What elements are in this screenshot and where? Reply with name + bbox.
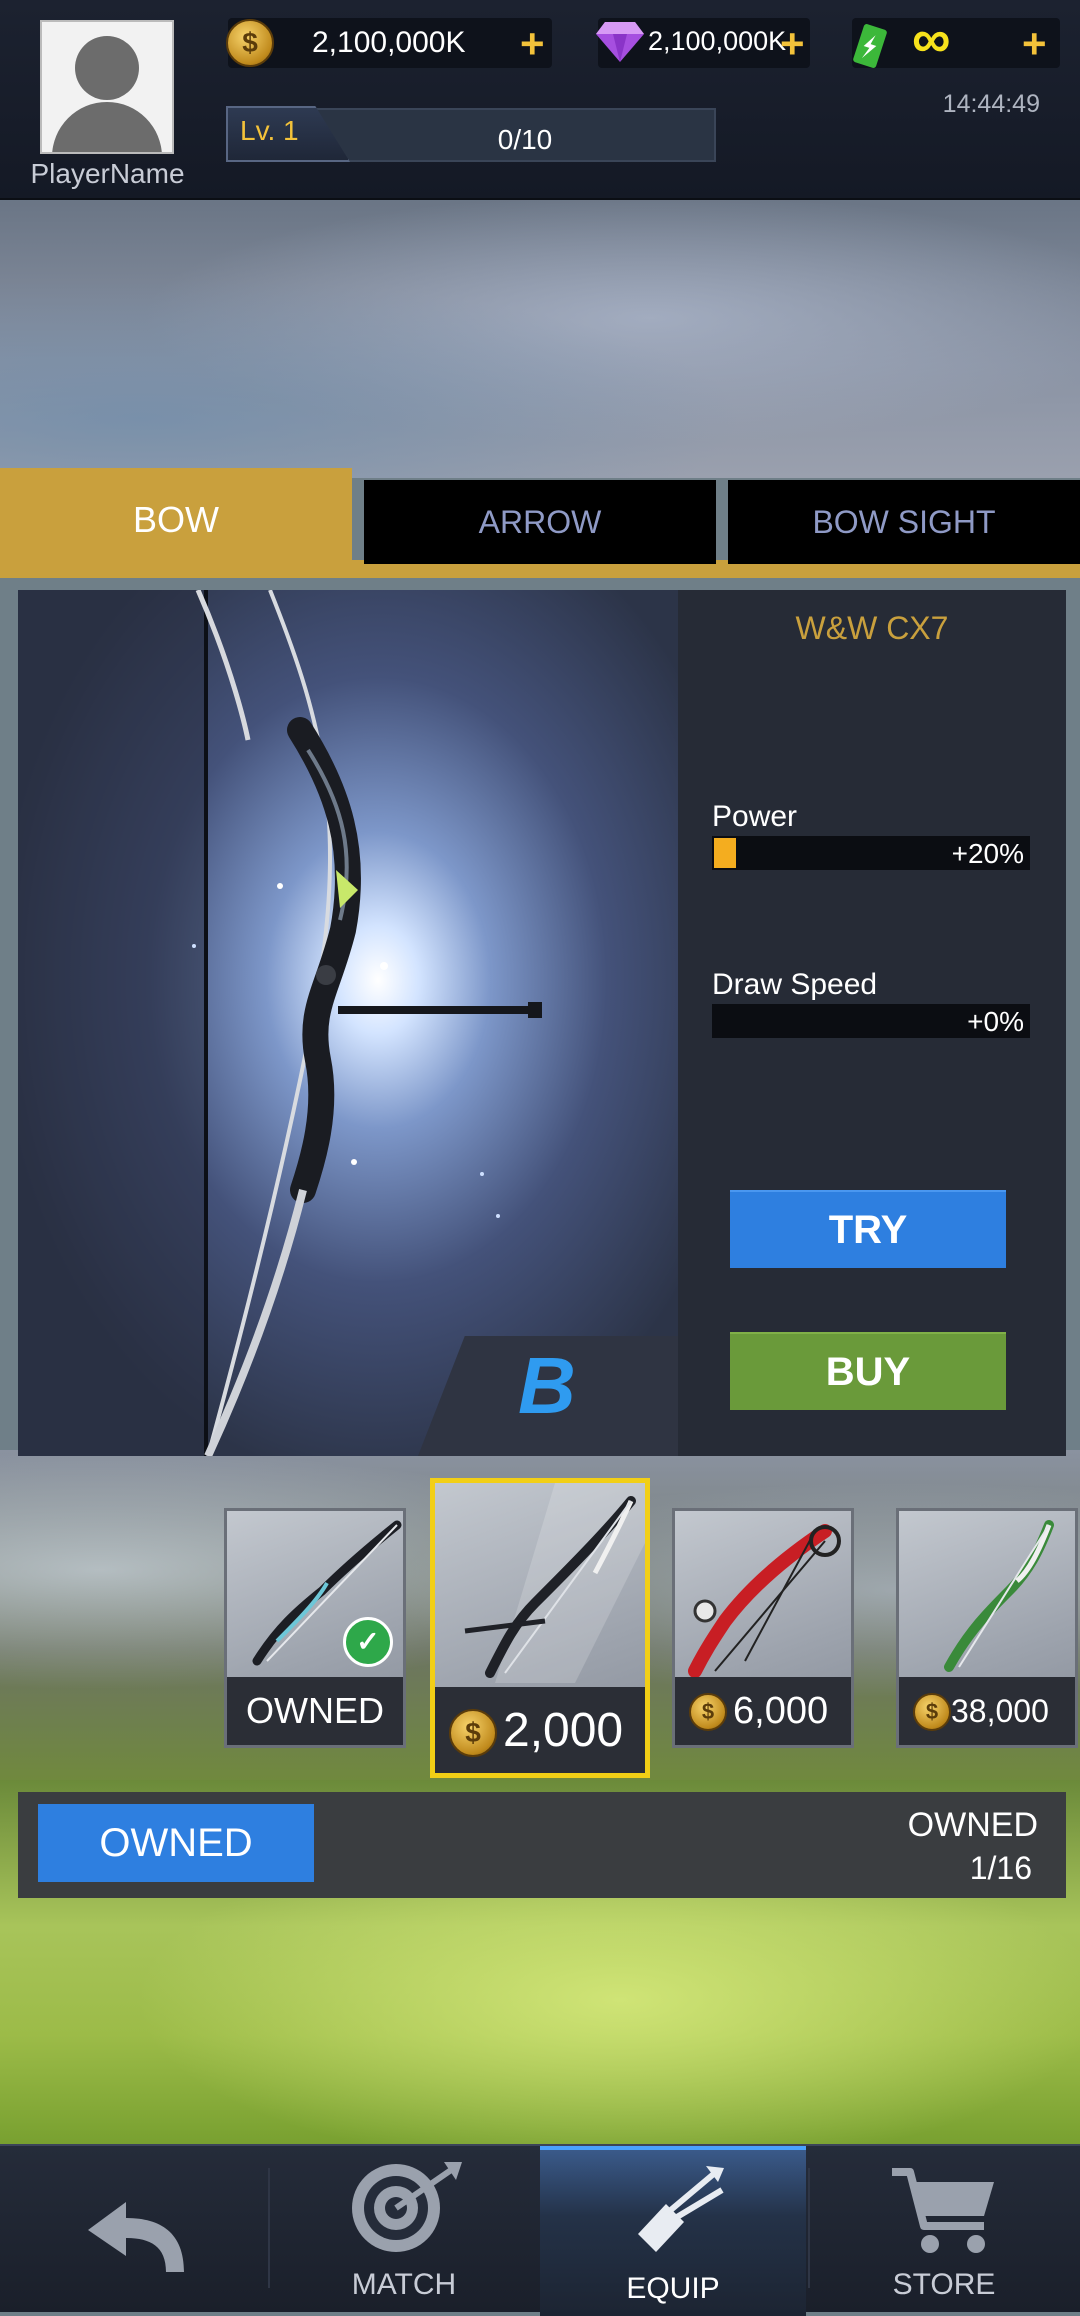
coin-icon: $: [226, 19, 274, 67]
clock: 14:44:49: [942, 90, 1040, 118]
card-price: $ 38,000: [899, 1677, 1075, 1745]
back-arrow-icon: [88, 2202, 184, 2272]
nav-equip-label: EQUIP: [626, 2272, 720, 2305]
try-button[interactable]: TRY: [730, 1190, 1006, 1268]
coin-icon: $: [449, 1709, 497, 1757]
bow-name: W&W CX7: [795, 610, 949, 646]
card-price: $ 6,000: [675, 1677, 851, 1745]
card-price-value: 2,000: [503, 1704, 624, 1757]
energy-infinite-value: ∞: [912, 9, 951, 69]
bow-card-selected[interactable]: $ 2,000: [430, 1478, 650, 1778]
tab-bow-sight[interactable]: BOW SIGHT: [728, 480, 1080, 564]
level-progress-text: 0/10: [497, 124, 553, 155]
arena-background-top: [0, 198, 1080, 478]
owned-label: OWNED: [907, 1806, 1038, 1844]
draw-speed-bar: +0%: [712, 1004, 1030, 1038]
tab-bow[interactable]: BOW: [0, 468, 352, 564]
bow-card-owned[interactable]: ✓ OWNED: [224, 1508, 406, 1748]
player-name: PlayerName: [30, 158, 185, 189]
nav-match-label: MATCH: [351, 2268, 457, 2301]
buy-button[interactable]: BUY: [730, 1332, 1006, 1410]
bow-thumbnail: [688, 1524, 841, 1677]
tab-arrow[interactable]: ARROW: [364, 480, 716, 564]
grade-letter: B: [518, 1341, 576, 1430]
gem-icon: [596, 22, 644, 62]
power-bar-fill: [714, 838, 736, 868]
cart-icon: [892, 2168, 994, 2253]
nav-equip[interactable]: EQUIP: [540, 2146, 806, 2316]
bow-stats-panel: W&W CX7 Power +20% Draw Speed +0%: [678, 590, 1066, 1456]
battery-icon: [853, 24, 887, 68]
bow-card[interactable]: $ 6,000: [672, 1508, 854, 1748]
level-label: Lv. 1: [240, 115, 299, 146]
add-coins-button[interactable]: +: [520, 20, 545, 68]
bow-illustration: [192, 590, 542, 1456]
add-gems-button[interactable]: +: [780, 20, 805, 68]
bow-preview[interactable]: B: [18, 590, 678, 1456]
card-price-value: 6,000: [733, 1690, 829, 1732]
avatar-head-shape: [75, 36, 139, 100]
target-icon: [352, 2162, 462, 2252]
power-label: Power: [712, 800, 798, 833]
coins-display: $ 2,100,000K +: [226, 18, 552, 68]
nav-store[interactable]: STORE: [810, 2146, 1078, 2312]
nav-match[interactable]: MATCH: [270, 2146, 538, 2312]
bow-thumbnail: [464, 1483, 645, 1683]
gems-amount: 2,100,000K: [648, 26, 787, 56]
draw-speed-label: Draw Speed: [712, 968, 878, 1001]
nav-store-label: STORE: [892, 2268, 996, 2301]
card-price-value: 38,000: [951, 1693, 1049, 1729]
coins-amount: 2,100,000K: [312, 26, 466, 59]
owned-filter-button[interactable]: OWNED: [38, 1804, 314, 1882]
card-owned-label: OWNED: [227, 1677, 403, 1745]
owned-check-icon: ✓: [343, 1617, 393, 1667]
bow-thumbnail: [944, 1520, 1054, 1672]
bow-card[interactable]: $ 38,000: [896, 1508, 1078, 1748]
quiver-icon: [638, 2166, 724, 2252]
owned-count: 1/16: [969, 1850, 1032, 1886]
avatar-body-shape: [52, 102, 162, 152]
power-value: +20%: [951, 838, 1024, 869]
draw-speed-value: +0%: [967, 1006, 1024, 1037]
bottom-navigation: MATCH EQUIP STORE: [0, 2144, 1080, 2316]
coin-icon: $: [913, 1693, 951, 1731]
nav-back[interactable]: [0, 2146, 268, 2312]
avatar[interactable]: [40, 20, 174, 154]
add-energy-button[interactable]: +: [1022, 20, 1047, 68]
top-status-bar: PlayerName $ 2,100,000K + 2,100,000K + +…: [0, 0, 1080, 200]
power-bar: +20%: [712, 836, 1030, 870]
card-price: $ 2,000: [435, 1687, 645, 1773]
coin-icon: $: [689, 1693, 727, 1731]
